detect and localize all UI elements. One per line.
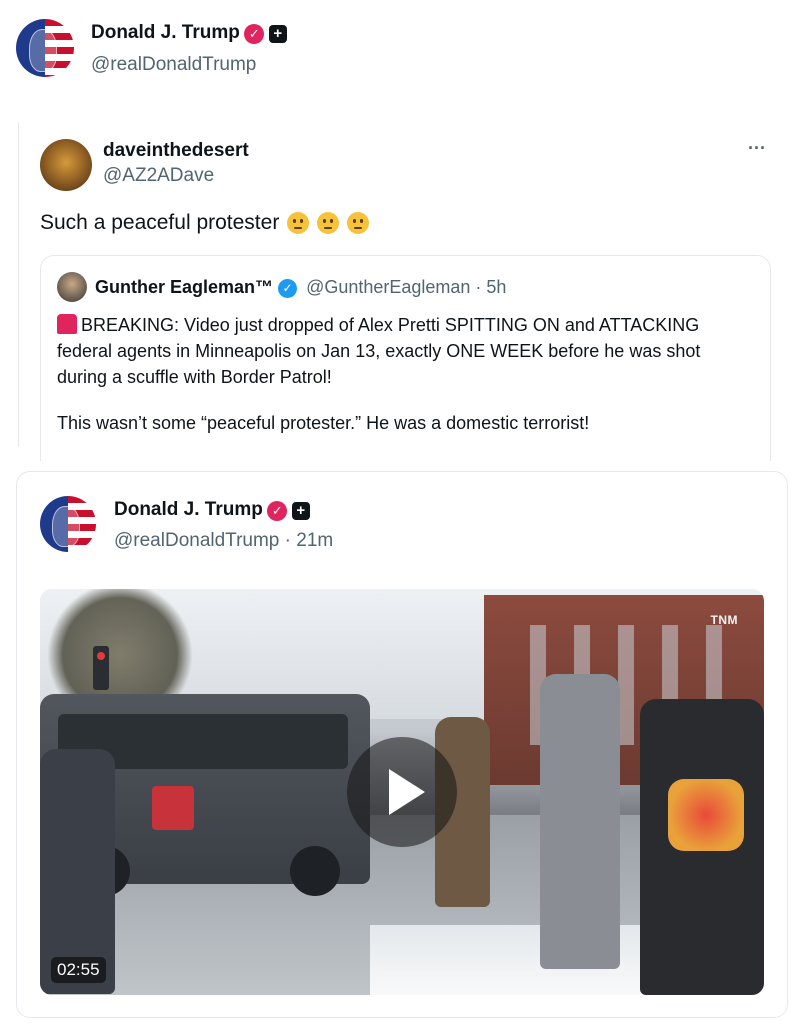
quoted-author-name[interactable]: Gunther Eagleman™ (95, 277, 273, 297)
post-handle-time[interactable]: @realDonaldTrump · 21m (114, 530, 333, 552)
author-handle[interactable]: @realDonaldTrump (91, 54, 256, 76)
quoted-body: BREAKING: Video just dropped of Alex Pre… (57, 312, 757, 436)
gunther-avatar[interactable] (57, 272, 87, 302)
siren-emoji-icon (57, 314, 77, 334)
video-player[interactable]: TNM 02:55 (40, 589, 764, 995)
traffic-light (93, 646, 109, 690)
repost-author-name[interactable]: daveinthedesert (103, 140, 249, 162)
play-icon[interactable] (347, 737, 457, 847)
video-person (540, 674, 620, 969)
post-author-name[interactable]: Donald J. Trump (114, 499, 263, 520)
quoted-line-3: during a scuffle with Border Patrol! (57, 367, 332, 387)
quoted-line-2: federal agents in Minneapolis on Jan 13,… (57, 341, 701, 361)
video-tree (40, 589, 200, 699)
repost-author-handle[interactable]: @AZ2ADave (103, 165, 214, 187)
trump-post-avatar[interactable] (40, 496, 96, 552)
author-name[interactable]: Donald J. Trump (91, 22, 240, 43)
quoted-header: Gunther Eagleman™ ✓ @GuntherEagleman · 5… (95, 277, 506, 298)
jacket-emblem (668, 779, 744, 851)
quoted-tweet-card[interactable]: Gunther Eagleman™ ✓ @GuntherEagleman · 5… (40, 255, 771, 461)
thread-line (18, 122, 19, 447)
verified-badge-icon: ✓ (244, 23, 265, 44)
quoted-line-4: This wasn’t some “peaceful protester.” H… (57, 413, 590, 433)
quoted-handle-time[interactable]: @GuntherEagleman · 5h (306, 277, 506, 297)
eye-roll-emoji-icon (346, 212, 369, 235)
trump-avatar[interactable] (16, 19, 74, 77)
verified-badge-icon: ✓ (267, 500, 288, 521)
more-options-icon[interactable]: ··· (748, 138, 766, 159)
header-name-row: Donald J. Trump ✓ + (91, 22, 287, 44)
dave-avatar[interactable] (40, 139, 92, 191)
repost-text: Such a peaceful protester (40, 211, 280, 234)
verified-badge-icon: ✓ (278, 278, 298, 298)
video-duration: 02:55 (51, 957, 106, 983)
video-watermark: TNM (710, 613, 738, 627)
plus-badge-icon: + (268, 24, 287, 43)
eye-roll-emoji-icon (317, 212, 340, 235)
post-name-row: Donald J. Trump ✓ + (114, 499, 310, 521)
repost-text-row: Such a peaceful protester (40, 211, 369, 235)
plus-badge-icon: + (291, 501, 310, 520)
thinking-emoji-icon (287, 212, 310, 235)
quoted-line-1: BREAKING: Video just dropped of Alex Pre… (81, 315, 700, 335)
